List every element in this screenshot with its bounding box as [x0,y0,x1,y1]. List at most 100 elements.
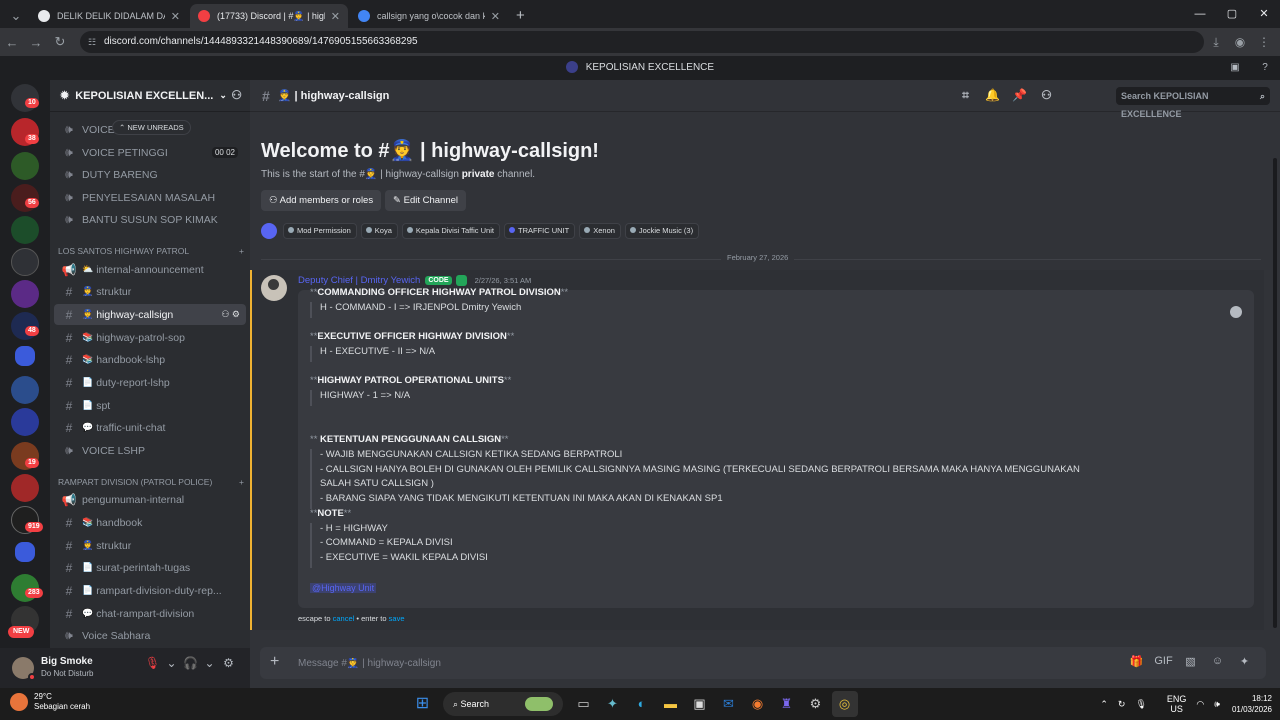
close-tab-icon[interactable]: ✕ [491,10,500,23]
mic-muted-icon[interactable]: 🎙 [143,656,162,670]
chevron-up-icon[interactable]: ⌃ [1100,699,1108,710]
threads-icon[interactable]: ⌗ [952,88,979,103]
gif-icon[interactable]: GIF [1150,655,1177,668]
profile-icon[interactable]: ◉ [1228,35,1252,49]
close-tab-icon[interactable]: ✕ [171,10,180,23]
folder-icon[interactable] [15,346,35,366]
voice-channel[interactable]: 🕪 PENYELESAIAN MASALAH [54,187,246,208]
server-icon[interactable] [11,216,39,244]
author-name[interactable]: Deputy Chief | Dmitry Yewich [298,275,420,286]
category-header[interactable]: LOS SANTOS HIGHWAY PATROL + [58,246,244,256]
chrome-icon[interactable]: ◎ [831,691,858,717]
copilot-icon[interactable]: ✦ [600,691,626,717]
text-channel[interactable]: # 💬 chat-rampart-division [54,603,246,624]
server-icon[interactable] [11,474,39,502]
firefox-icon[interactable]: ◉ [745,691,771,717]
role-chip[interactable]: TRAFFIC UNIT [503,223,576,239]
role-chip[interactable]: Jockie Music (3) [624,223,700,239]
store-icon[interactable]: ▣ [687,691,713,717]
settings-icon[interactable]: ⚙ [803,691,829,717]
text-channel[interactable]: # 📚 handbook [54,512,246,533]
taskbar-search[interactable]: ⌕ Search [443,692,563,716]
avatar[interactable] [12,657,36,681]
role-chip[interactable]: Mod Permission [283,223,357,239]
chat-scrollbar[interactable] [1273,158,1277,628]
server-header[interactable]: ✹ KEPOLISIAN EXCELLEN... ⌄ ⚇ [50,80,250,112]
edit-channel-button[interactable]: ✎ Edit Channel [385,190,467,211]
text-channel[interactable]: # 📄 rampart-division-duty-rep... [54,580,246,601]
gear-icon[interactable]: ⚙ [232,309,240,319]
sticker-icon[interactable]: ▧ [1177,655,1204,668]
download-icon[interactable]: ⤓ [1204,35,1228,50]
settings-icon[interactable]: ⚙ [219,656,238,670]
site-info-icon[interactable]: ☷ [88,31,96,53]
author-avatar[interactable] [261,275,287,301]
text-channel[interactable]: # 💬 traffic-unit-chat [54,417,246,438]
edit-message-input[interactable]: **COMMANDING OFFICER HIGHWAY PATROL DIVI… [298,287,1254,608]
maximize-button[interactable]: ▢ [1216,0,1248,28]
member-list-icon[interactable]: ⚇ [1033,88,1060,103]
close-tab-icon[interactable]: ✕ [331,10,340,23]
inbox-icon[interactable]: ▣ [1220,56,1250,80]
server-icon[interactable] [11,376,39,404]
task-view-icon[interactable]: ▭ [571,691,597,717]
voice-channel[interactable]: 🕪 Voice Sabhara [54,625,246,646]
announcement-channel[interactable]: 📢 pengumuman-internal [54,489,246,510]
pin-icon[interactable]: 📌 [1006,88,1033,103]
server-tag[interactable]: CODE [425,276,452,285]
text-channel[interactable]: # 📄 surat-perintah-tugas [54,557,246,578]
chevron-down-icon[interactable]: ⌄ [200,656,219,670]
add-member-icon[interactable]: ⚇ [221,309,229,319]
invite-people-icon[interactable]: ⚇ [231,88,242,102]
new-unreads-pill[interactable]: ⌃ NEW UNREADS [112,120,191,135]
language-indicator[interactable]: ENG US [1157,694,1187,714]
text-channel[interactable]: # 📄 spt [54,395,246,416]
text-channel[interactable]: # 📄 duty-report-lshp [54,372,246,393]
role-chip[interactable]: Kepala Divisi Taffic Unit [401,223,500,239]
server-icon[interactable] [11,408,39,436]
file-explorer-icon[interactable]: ▬ [658,691,684,717]
message-input[interactable] [298,655,998,671]
emoji-picker-icon[interactable] [1230,306,1242,318]
add-channel-icon[interactable]: + [239,246,244,256]
text-channel[interactable]: # 📚 highway-patrol-sop [54,327,246,348]
help-icon[interactable]: ? [1250,56,1280,80]
gift-icon[interactable]: 🎁 [1123,655,1150,668]
server-icon[interactable] [11,280,39,308]
chevron-down-icon[interactable]: ⌄ [162,656,181,670]
url-bar[interactable]: ☷ discord.com/channels/14448933214483906… [80,31,1204,53]
minimize-button[interactable]: — [1184,0,1216,28]
role-chip[interactable]: Xenon [579,223,621,239]
apps-icon[interactable]: ✦ [1231,655,1258,668]
save-link[interactable]: save [389,614,405,623]
role-mention[interactable]: @Highway Unit [310,583,377,593]
browser-tab-2[interactable]: (17733) Discord | #👮 | highway... ✕ [190,4,348,28]
headphones-icon[interactable]: 🎧 [181,656,200,670]
sync-icon[interactable]: ↻ [1118,699,1126,710]
teams-icon[interactable]: ♜ [774,691,800,717]
server-icon[interactable] [11,152,39,180]
text-channel[interactable]: # 👮 struktur [54,535,246,556]
folder-icon[interactable] [15,542,35,562]
voice-channel[interactable]: 🕪 VOICE LSHP [54,440,246,461]
category-header[interactable]: RAMPART DIVISION (PATROL POLICE) + [58,477,244,487]
emoji-icon[interactable]: ☺ [1204,655,1231,668]
text-channel-selected[interactable]: # 👮 highway-callsign ⚇ ⚙ [54,304,246,325]
search-input[interactable]: Search KEPOLISIAN EXCELLENCE ⌕ [1116,87,1270,119]
attach-plus-icon[interactable]: + [270,653,279,671]
reload-icon[interactable]: ↻ [48,34,72,50]
close-window-button[interactable]: ✕ [1248,0,1280,28]
browser-tab-1[interactable]: DELIK DELIK DIDALAM DAN DI... ✕ [30,4,188,28]
weather-widget[interactable]: 29°C Sebagian cerah [10,692,90,712]
voice-channel[interactable]: 🕪 BANTU SUSUN SOP KIMAK [54,209,246,230]
browser-tab-3[interactable]: callsign yang o\cocok dan kere... ✕ [350,4,508,28]
server-icon[interactable] [11,248,39,276]
tab-search-icon[interactable]: ⌄ [4,4,28,28]
wifi-icon[interactable]: ◠ [1196,699,1204,710]
text-channel[interactable]: # 📚 handbook-lshp [54,349,246,370]
text-channel[interactable]: # 👮 struktur [54,281,246,302]
microphone-icon[interactable]: 🎙 [1135,699,1146,710]
edge-icon[interactable]: ◐ [629,691,655,717]
add-members-button[interactable]: ⚇ Add members or roles [261,190,382,211]
cancel-link[interactable]: cancel [333,614,355,623]
